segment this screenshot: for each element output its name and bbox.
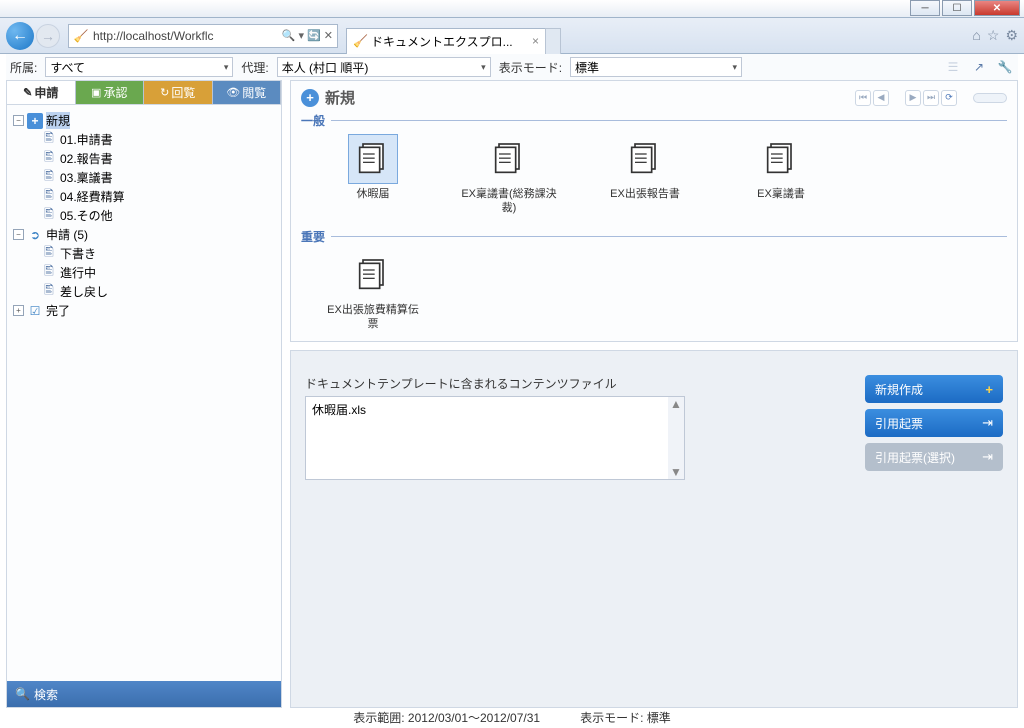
nav-last-icon[interactable]: ⏭ (923, 90, 939, 106)
toolbar-icon-1[interactable]: ☰ (944, 58, 962, 76)
tab-browse[interactable]: 👁閲覧 (213, 81, 282, 104)
cite-button[interactable]: 引用起票⇥ (865, 409, 1003, 437)
document-icon (621, 135, 669, 183)
arrow-icon: ➲ (27, 227, 43, 243)
document-icon: 🖺 (41, 189, 57, 205)
plus-icon: + (985, 382, 993, 397)
doc-item[interactable]: EX出張報告書 (597, 135, 693, 216)
export-icon[interactable]: ↗ (970, 58, 988, 76)
check-icon: ☑ (27, 303, 43, 319)
affiliation-select[interactable]: すべて (45, 57, 233, 77)
new-create-button[interactable]: 新規作成+ (865, 375, 1003, 403)
doc-item[interactable]: 休暇届 (325, 135, 421, 216)
progress-icon: 🖺 (41, 265, 57, 281)
nav-prev-icon[interactable]: ◀ (873, 90, 889, 106)
document-icon (757, 135, 805, 183)
cite-select-button: 引用起票(選択)⇥ (865, 443, 1003, 471)
favorites-icon[interactable]: ☆ (987, 27, 1000, 44)
tree-node-item[interactable]: 🖺04.経費精算 (11, 187, 277, 206)
tree-node-item[interactable]: 🖺下書き (11, 244, 277, 263)
nav-first-icon[interactable]: ⏮ (855, 90, 871, 106)
document-icon: 🖺 (41, 208, 57, 224)
agent-select[interactable]: 本人 (村口 順平) (277, 57, 491, 77)
tree-node-item[interactable]: 🖺03.稟議書 (11, 168, 277, 187)
doc-item[interactable]: EX出張旅費精算伝票 (325, 251, 421, 332)
panel-title: 新規 (325, 87, 355, 108)
window-close-button[interactable]: ✕ (974, 0, 1020, 16)
section-general-label: 一般 (301, 112, 1007, 129)
template-label: ドキュメントテンプレートに含まれるコンテンツファイル (305, 375, 685, 392)
tab-close-icon[interactable]: × (532, 34, 539, 48)
stamp-icon: ▣ (91, 86, 101, 99)
document-icon: 🖺 (41, 170, 57, 186)
url-text: http://localhost/Workflc (93, 29, 278, 43)
tree-node-item[interactable]: 🖺差し戻し (11, 282, 277, 301)
home-icon[interactable]: ⌂ (972, 27, 980, 44)
document-icon (349, 135, 397, 183)
window-minimize-button[interactable]: ─ (910, 0, 940, 16)
refresh-icon[interactable]: ⟳ (941, 90, 957, 106)
nav-back-button[interactable]: ← (6, 22, 34, 50)
window-maximize-button[interactable]: ☐ (942, 0, 972, 16)
agent-label: 代理: (241, 59, 268, 76)
affiliation-label: 所属: (10, 59, 37, 76)
draft-icon: 🖺 (41, 246, 57, 262)
scrollbar[interactable]: ▲▼ (668, 397, 684, 479)
pencil-icon: ✎ (23, 86, 32, 99)
return-icon: 🖺 (41, 284, 57, 300)
view-mode-label: 表示モード: (499, 59, 562, 76)
tree-node-apply[interactable]: − ➲ 申請 (5) (11, 225, 277, 244)
search-button[interactable]: 🔍 検索 (7, 681, 281, 707)
document-icon (485, 135, 533, 183)
tab-circulate[interactable]: ↻回覧 (144, 81, 213, 104)
plus-icon: + (27, 113, 43, 129)
scroll-up-icon[interactable]: ▲ (670, 397, 682, 411)
address-bar[interactable]: 🧹 http://localhost/Workflc 🔍 ▾ 🔄 ✕ (68, 24, 338, 48)
cycle-icon: ↻ (160, 86, 169, 99)
nav-forward-button: → (36, 24, 60, 48)
template-file-item[interactable]: 休暇届.xls (312, 401, 678, 418)
footer-range: 表示範囲: 2012/03/01～2012/07/31 (353, 709, 540, 726)
tools-icon[interactable]: ⚙ (1005, 27, 1018, 44)
panel-plus-icon: + (301, 89, 319, 107)
template-list[interactable]: 休暇届.xls ▲▼ (305, 396, 685, 480)
settings-icon[interactable]: 🔧 (996, 58, 1014, 76)
zoom-slider[interactable] (973, 93, 1007, 103)
scroll-down-icon[interactable]: ▼ (670, 465, 682, 479)
address-controls[interactable]: 🔍 ▾ 🔄 ✕ (282, 29, 333, 42)
tab-approve[interactable]: ▣承認 (76, 81, 145, 104)
tab-apply[interactable]: ✎申請 (7, 81, 76, 104)
document-icon: 🖺 (41, 151, 57, 167)
eye-icon: 👁 (226, 86, 240, 99)
section-important-label: 重要 (301, 228, 1007, 245)
browser-tab[interactable]: 🧹 ドキュメントエクスプロ... × (346, 28, 546, 54)
footer-mode: 表示モード: 標準 (580, 709, 671, 726)
doc-item[interactable]: EX稟議書 (733, 135, 829, 216)
cite-icon: ⇥ (982, 415, 993, 431)
document-icon: 🖺 (41, 132, 57, 148)
new-tab-button[interactable] (545, 28, 561, 54)
tree-node-item[interactable]: 🖺05.その他 (11, 206, 277, 225)
search-icon: 🔍 (15, 687, 30, 701)
tab-title: ドキュメントエクスプロ... (371, 33, 513, 50)
tree-node-complete[interactable]: + ☑ 完了 (11, 301, 277, 320)
tree-node-item[interactable]: 🖺01.申請書 (11, 130, 277, 149)
favicon-icon: 🧹 (73, 28, 89, 44)
nav-next-icon[interactable]: ▶ (905, 90, 921, 106)
doc-item[interactable]: EX稟議書(総務課決裁) (461, 135, 557, 216)
tree-node-new[interactable]: − + 新規 (11, 111, 277, 130)
tree-node-item[interactable]: 🖺02.報告書 (11, 149, 277, 168)
tab-favicon-icon: 🧹 (353, 34, 367, 48)
tree-node-item[interactable]: 🖺進行中 (11, 263, 277, 282)
view-mode-select[interactable]: 標準 (570, 57, 742, 77)
cite-icon: ⇥ (982, 449, 993, 465)
document-icon (349, 251, 397, 299)
